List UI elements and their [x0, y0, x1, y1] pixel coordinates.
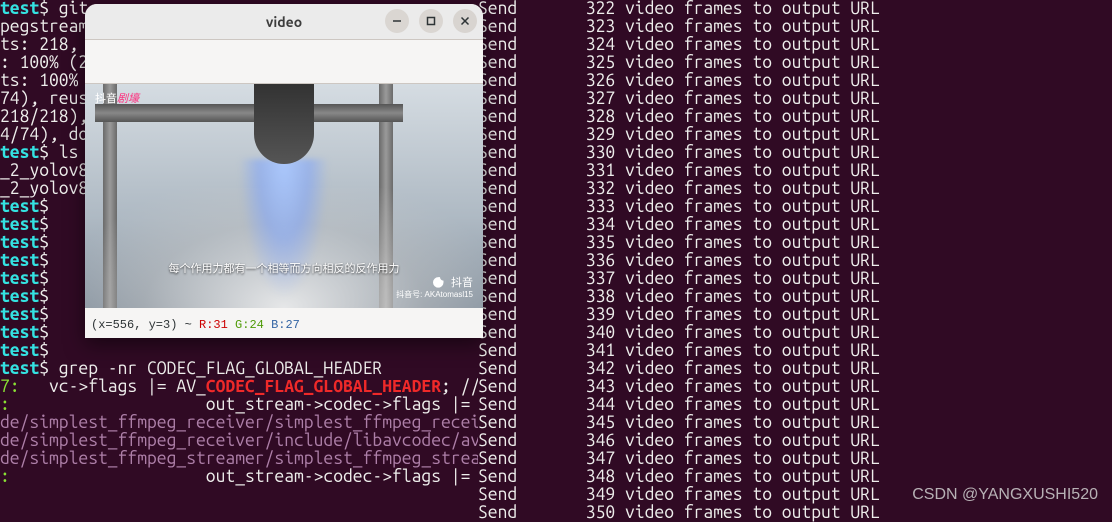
csdn-watermark: CSDN @YANGXUSHI520 [912, 486, 1098, 504]
terminal-line: Send 347 video frames to output URL [478, 450, 1112, 468]
terminal-line: Send 342 video frames to output URL [478, 360, 1112, 378]
video-viewport[interactable]: 抖音剧壕 每个作用力都有一个相等而方向相反的反作用力 抖音 抖音号: AKAto… [85, 84, 483, 308]
terminal-line: Send 341 video frames to output URL [478, 342, 1112, 360]
window-toolbar [85, 40, 483, 84]
terminal-line: Send 326 video frames to output URL [478, 72, 1112, 90]
terminal-line: Send 340 video frames to output URL [478, 324, 1112, 342]
terminal-line: Send 344 video frames to output URL [478, 396, 1112, 414]
terminal-line: Send 346 video frames to output URL [478, 432, 1112, 450]
terminal-line: Send 333 video frames to output URL [478, 198, 1112, 216]
terminal-line: test$ grep -nr CODEC_FLAG_GLOBAL_HEADER [0, 360, 478, 378]
terminal-line: Send 332 video frames to output URL [478, 180, 1112, 198]
terminal-line: : out_stream->codec->flags |= CO [0, 396, 478, 414]
maximize-button[interactable] [419, 9, 443, 33]
video-window: video 抖音剧壕 每个作用力都有一个相等而方向相反的反作用力 抖音 [85, 4, 483, 338]
terminal-line: test$ [0, 342, 478, 360]
terminal-line: de/simplest_ffmpeg_receiver/simplest_ffm… [0, 414, 478, 432]
video-subtitle: 每个作用力都有一个相等而方向相反的反作用力 [169, 260, 400, 278]
terminal-line: Send 322 video frames to output URL [478, 0, 1112, 18]
terminal-line: Send 334 video frames to output URL [478, 216, 1112, 234]
terminal-line: Send 339 video frames to output URL [478, 306, 1112, 324]
terminal-line: Send 343 video frames to output URL [478, 378, 1112, 396]
terminal-line: Send 331 video frames to output URL [478, 162, 1112, 180]
terminal-line: Send 335 video frames to output URL [478, 234, 1112, 252]
terminal-line: Send 324 video frames to output URL [478, 36, 1112, 54]
minimize-button[interactable] [385, 9, 409, 33]
terminal-line: Send 338 video frames to output URL [478, 288, 1112, 306]
douyin-id: 抖音号: AKAtomasl15 [396, 286, 473, 304]
terminal-line: Send 327 video frames to output URL [478, 90, 1112, 108]
terminal-line: Send 330 video frames to output URL [478, 144, 1112, 162]
terminal-line: : out_stream->codec->flags |= CO [0, 468, 478, 486]
terminal-line: Send 336 video frames to output URL [478, 252, 1112, 270]
top-watermark: 抖音剧壕 [95, 90, 139, 108]
terminal-line: Send 348 video frames to output URL [478, 468, 1112, 486]
close-button[interactable] [453, 9, 477, 33]
terminal-line: Send 328 video frames to output URL [478, 108, 1112, 126]
terminal-line: de/simplest_ffmpeg_streamer/simplest_ffm… [0, 450, 478, 468]
terminal-line: Send 350 video frames to output URL [478, 504, 1112, 522]
terminal-line: Send 345 video frames to output URL [478, 414, 1112, 432]
terminal-line: 7: vc->flags |= AV_CODEC_FLAG_GLOBAL_HEA… [0, 378, 478, 396]
terminal-line: Send 329 video frames to output URL [478, 126, 1112, 144]
terminal-line: de/simplest_ffmpeg_receiver/include/liba… [0, 432, 478, 450]
terminal-line: Send 337 video frames to output URL [478, 270, 1112, 288]
terminal-line: Send 325 video frames to output URL [478, 54, 1112, 72]
terminal-right-column[interactable]: Send 322 video frames to output URLSend … [478, 0, 1112, 522]
terminal-line: Send 323 video frames to output URL [478, 18, 1112, 36]
window-titlebar[interactable]: video [85, 4, 483, 40]
pixel-status-bar: (x=556, y=3) ~ R:31 G:24 B:27 [85, 308, 483, 336]
